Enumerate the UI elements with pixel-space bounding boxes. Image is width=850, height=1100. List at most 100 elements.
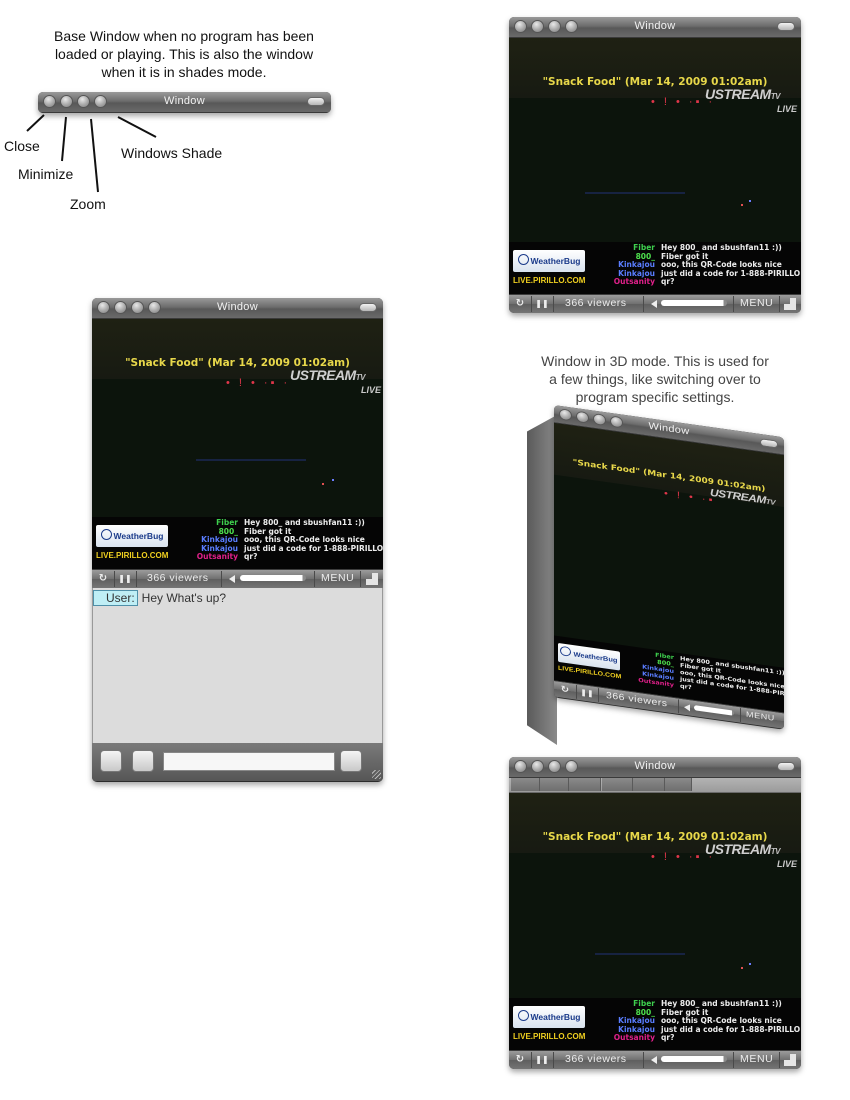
live-badge: LIVE xyxy=(777,859,798,869)
titlebar[interactable]: Window xyxy=(509,17,801,38)
resize-toggle-icon[interactable] xyxy=(784,1054,796,1066)
weatherbug-icon xyxy=(517,254,529,265)
volume-slider[interactable] xyxy=(694,705,734,716)
tab-4[interactable] xyxy=(602,778,633,791)
control-bar: ↻ ❚❚ 366 viewers MENU xyxy=(509,294,801,313)
chat-overlay: Fiber Hey 800_ and sbushfan11 :)) 800_ Fib… xyxy=(196,518,383,562)
tab-1[interactable] xyxy=(511,778,540,791)
weatherbug-logo: WeatherBug xyxy=(513,250,585,272)
zoom-callout: Zoom xyxy=(70,196,106,212)
window-3d-mode: Window "Snack Food" (Mar 14, 2009 01:02a… xyxy=(520,405,784,750)
window-title: Window xyxy=(634,20,676,32)
window-title: Window xyxy=(164,95,205,107)
chat-input[interactable] xyxy=(163,752,335,771)
site-url: LIVE.PIRILLO.COM xyxy=(513,1032,586,1041)
send-button[interactable] xyxy=(340,750,362,772)
toolbar-toggle-button[interactable] xyxy=(777,762,795,771)
weatherbug-icon xyxy=(560,645,572,657)
pause-button[interactable]: ❚❚ xyxy=(118,572,132,586)
minimize-callout: Minimize xyxy=(18,166,74,182)
led-dots: • ! • ·▪ · xyxy=(651,851,716,863)
tab-6[interactable] xyxy=(665,778,692,791)
volume-slider[interactable] xyxy=(661,1056,727,1062)
viewer-count: 366 viewers xyxy=(565,1053,627,1065)
weatherbug-icon xyxy=(517,1010,529,1021)
site-url: LIVE.PIRILLO.COM xyxy=(513,276,586,285)
volume-slider[interactable] xyxy=(240,575,306,581)
viewer-count: 366 viewers xyxy=(147,572,209,584)
menu-button[interactable]: MENU xyxy=(740,1053,773,1065)
player-chat-window: Window "Snack Food" (Mar 14, 2009 01:02a… xyxy=(92,298,383,782)
resize-toggle-icon[interactable] xyxy=(366,573,378,585)
titlebar[interactable]: Window xyxy=(38,92,331,113)
chat-log[interactable]: User: Hey What's up? xyxy=(92,588,383,743)
control-bar: ↻ ❚❚ 366 viewers MENU xyxy=(92,569,383,588)
menu-button[interactable]: MENU xyxy=(746,710,775,723)
control-bar: ↻ ❚❚ 366 viewers MENU xyxy=(509,1050,801,1069)
volume-icon[interactable] xyxy=(229,575,235,583)
ustream-logo: USTREAMTV xyxy=(705,841,780,857)
live-badge: LIVE xyxy=(361,385,382,395)
titlebar[interactable]: Window xyxy=(92,298,383,319)
window-title: Window xyxy=(634,760,676,772)
toolbar-toggle-button[interactable] xyxy=(307,97,325,106)
viewer-count: 366 viewers xyxy=(565,297,627,309)
led-dots: • ! • ·▪ · xyxy=(651,96,716,108)
stream-overlay: WeatherBug LIVE.PIRILLO.COM Fiber Hey 800… xyxy=(509,998,801,1050)
player-window-top: Window "Snack Food" (Mar 14, 2009 01:02a… xyxy=(509,17,801,313)
tab-5[interactable] xyxy=(633,778,665,791)
chat-username: User: xyxy=(93,590,138,606)
toolbar-toggle-button[interactable] xyxy=(777,22,795,31)
window-title: Window xyxy=(217,301,258,313)
reload-button[interactable]: ↻ xyxy=(513,297,527,311)
chat-overlay: Fiber Hey 800_ and sbushfan11 :)) 800_ Fib… xyxy=(613,243,801,287)
volume-icon[interactable] xyxy=(651,1056,657,1064)
titlebar[interactable]: Window xyxy=(509,757,801,778)
chat-option-button-1[interactable] xyxy=(100,750,122,772)
resize-grip-icon[interactable] xyxy=(372,770,381,779)
chat-option-button-2[interactable] xyxy=(132,750,154,772)
weatherbug-logo: WeatherBug xyxy=(96,525,168,547)
pause-button[interactable]: ❚❚ xyxy=(535,1053,549,1067)
video-area[interactable]: "Snack Food" (Mar 14, 2009 01:02am) USTR… xyxy=(92,319,383,569)
shade-window: Window xyxy=(38,92,331,113)
reload-button[interactable]: ↻ xyxy=(513,1053,527,1067)
stream-overlay: WeatherBug LIVE.PIRILLO.COM Fiber Hey 800… xyxy=(509,242,801,294)
led-dots: • ! • ·▪ · xyxy=(226,377,291,389)
reload-button[interactable]: ↻ xyxy=(558,683,572,697)
live-badge: LIVE xyxy=(777,104,798,114)
tab-strip xyxy=(509,778,801,793)
close-callout: Close xyxy=(4,138,40,154)
reload-button[interactable]: ↻ xyxy=(96,572,110,586)
resize-toggle-icon[interactable] xyxy=(784,298,796,310)
video-area[interactable]: "Snack Food" (Mar 14, 2009 01:02am) USTR… xyxy=(509,793,801,1050)
chat-overlay: Fiber Hey 800_ and sbushfan11 :)) 800_ Fib… xyxy=(613,999,801,1043)
base-window-note: Base Window when no program has been loa… xyxy=(54,28,314,80)
weatherbug-logo: WeatherBug xyxy=(513,1006,585,1028)
tab-2[interactable] xyxy=(540,778,569,791)
menu-button[interactable]: MENU xyxy=(740,297,773,309)
player-window-3d: Window "Snack Food" (Mar 14, 2009 01:02a… xyxy=(554,405,784,730)
volume-icon[interactable] xyxy=(684,703,690,712)
volume-slider[interactable] xyxy=(661,300,727,306)
weatherbug-icon xyxy=(100,529,112,540)
toolbar-toggle-button[interactable] xyxy=(359,303,377,312)
ustream-logo: USTREAMTV xyxy=(705,86,780,102)
chat-message-text: Hey What's up? xyxy=(141,591,226,605)
volume-icon[interactable] xyxy=(651,300,657,308)
stream-overlay: WeatherBug LIVE.PIRILLO.COM Fiber Hey 800… xyxy=(92,517,383,569)
site-url: LIVE.PIRILLO.COM xyxy=(96,551,169,560)
tab-3[interactable] xyxy=(569,778,601,791)
player-window-tabs: Window "Snack Food" (Mar 14, 2009 01:02a… xyxy=(509,757,801,1069)
window-3d-side xyxy=(527,415,557,745)
video-area[interactable]: "Snack Food" (Mar 14, 2009 01:02am) USTR… xyxy=(554,423,784,713)
menu-button[interactable]: MENU xyxy=(321,572,354,584)
mode3d-note: Window in 3D mode. This is used for a fe… xyxy=(541,353,769,405)
video-area[interactable]: "Snack Food" (Mar 14, 2009 01:02am) USTR… xyxy=(509,38,801,294)
ustream-logo: USTREAMTV xyxy=(290,367,365,383)
chat-input-bar xyxy=(92,743,383,781)
windows-shade-callout: Windows Shade xyxy=(121,145,223,161)
pause-button[interactable]: ❚❚ xyxy=(580,686,594,700)
pause-button[interactable]: ❚❚ xyxy=(535,297,549,311)
chat-message: User: Hey What's up? xyxy=(93,590,226,606)
